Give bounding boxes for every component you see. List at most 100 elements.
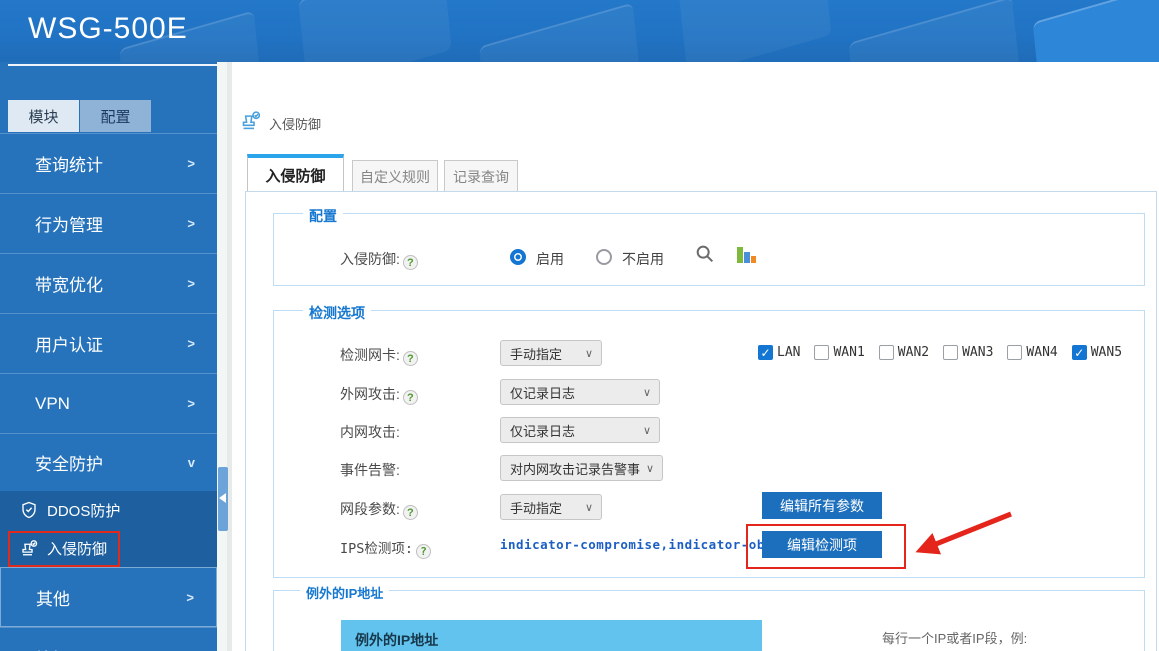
sidebar-item-label: 用户认证 [35,331,103,356]
sidebar-item-behavior-mgmt[interactable]: 行为管理 > [0,193,217,253]
exception-ip-table-header: 例外的IP地址 [341,620,762,651]
sidebar-divider [8,64,226,66]
radio-enable-label[interactable]: 启用 [536,249,564,269]
checkbox-icon [943,345,958,360]
sidebar-collapse-handle[interactable] [218,467,228,531]
tab-intrusion-prevention[interactable]: 入侵防御 [247,154,344,192]
sidebar-subitem-ips[interactable]: 入侵防御 [0,529,217,567]
help-icon[interactable]: ? [403,505,418,520]
chevron-down-icon: ∨ [585,501,593,514]
shield-check-icon [20,501,38,519]
checkbox-wan4[interactable]: WAN4 [1007,345,1057,360]
help-icon[interactable]: ? [416,544,431,559]
interface-checkbox-group: ✓ LAN WAN1 WAN2 WAN3 WAN4 ✓ WAN5 [758,345,1136,360]
select-value: 仅记录日志 [510,383,575,402]
sidebar-item-label: VPN [35,394,70,414]
sidebar-submenu-security: DDOS防护 入侵防御 [0,491,217,567]
tab-custom-rules[interactable]: 自定义规则 [352,160,438,193]
chevron-down-icon: v [188,455,195,470]
field-label-text: 外网攻击: [340,386,400,402]
checkbox-label: LAN [777,345,800,360]
checkbox-wan2[interactable]: WAN2 [879,345,929,360]
sidebar-item-partial[interactable]: 编辑 [0,627,217,651]
sidebar-item-vpn[interactable]: VPN > [0,373,217,433]
sidebar-subitem-label: 入侵防御 [47,538,107,559]
field-label-text: 入侵防御: [340,251,400,267]
sidebar-item-security[interactable]: 安全防护 v [0,433,217,491]
chevron-right-icon: > [186,590,194,605]
keyboard-texture [298,0,452,62]
alert-select[interactable]: 对内网攻击记录告警事 ∨ [500,455,663,481]
checkbox-icon: ✓ [1072,345,1087,360]
segment-label: 网段参数:? [340,499,418,520]
wan-attack-select[interactable]: 仅记录日志 ∨ [500,379,660,405]
sidebar-item-bandwidth-opt[interactable]: 带宽优化 > [0,253,217,313]
field-label-text: IPS检测项: [340,541,413,557]
chevron-down-icon: ∨ [643,386,651,399]
sidebar-item-label: 其他 [36,585,70,610]
checkbox-label: WAN5 [1091,345,1122,360]
chevron-right-icon: > [187,276,195,291]
checkbox-lan[interactable]: ✓ LAN [758,345,800,360]
sidebar-tab-config[interactable]: 配置 [80,100,151,132]
wan-attack-label: 外网攻击:? [340,384,418,405]
chevron-down-icon: ∨ [646,462,654,475]
sidebar-item-label: 安全防护 [35,450,103,475]
sidebar-item-user-auth[interactable]: 用户认证 > [0,313,217,373]
config-panel-legend: 配置 [303,206,343,226]
exception-ip-hint: 每行一个IP或者IP段，例: [882,628,1027,647]
radio-enable[interactable] [510,249,526,265]
checkbox-wan5[interactable]: ✓ WAN5 [1072,345,1122,360]
sidebar-item-others[interactable]: 其他 > [0,567,217,627]
search-icon[interactable] [694,243,716,265]
sidebar-item-label: 带宽优化 [35,271,103,296]
ips-items-value: indicator-compromise,indicator-ob··· [500,537,789,552]
sidebar-tab-modules[interactable]: 模块 [8,100,79,132]
help-icon[interactable]: ? [403,255,418,270]
keyboard-texture [849,0,1022,62]
nic-select[interactable]: 手动指定 ∨ [500,340,602,366]
sidebar-item-query-stats[interactable]: 查询统计 > [0,133,217,193]
lan-attack-select[interactable]: 仅记录日志 ∨ [500,417,660,443]
checkbox-icon [879,345,894,360]
sidebar-subitem-label: DDOS防护 [47,500,120,521]
app-header: WSG-500E [0,0,1159,62]
segment-select[interactable]: 手动指定 ∨ [500,494,602,520]
select-value: 手动指定 [510,498,562,517]
chevron-right-icon: > [187,336,195,351]
tab-log-query[interactable]: 记录查询 [444,160,518,193]
keyboard-texture [1032,0,1159,62]
checkbox-wan1[interactable]: WAN1 [814,345,864,360]
alert-label: 事件告警: [340,460,400,480]
nic-label: 检测网卡:? [340,345,418,366]
select-value: 对内网攻击记录告警事 [510,459,640,478]
sidebar-item-label: 行为管理 [35,211,103,236]
chevron-right-icon: > [187,396,195,411]
checkbox-wan3[interactable]: WAN3 [943,345,993,360]
select-value: 手动指定 [510,344,562,363]
ips-items-label: IPS检测项:? [340,537,431,559]
help-icon[interactable]: ? [403,390,418,405]
checkbox-label: WAN1 [833,345,864,360]
sidebar-subitem-ddos[interactable]: DDOS防护 [0,491,217,529]
edit-detect-items-button[interactable]: 编辑检测项 [762,531,882,558]
lan-attack-label: 内网攻击: [340,422,400,442]
sidebar-tabs: 模块 配置 [8,100,152,132]
radio-disable-label[interactable]: 不启用 [622,249,664,269]
exception-panel-legend: 例外的IP地址 [300,583,389,602]
checkbox-label: WAN4 [1026,345,1057,360]
checkbox-icon [1007,345,1022,360]
help-icon[interactable]: ? [403,351,418,366]
sidebar-menu: 查询统计 > 行为管理 > 带宽优化 > 用户认证 > VPN > 安全防护 v [0,133,217,651]
select-value: 仅记录日志 [510,421,575,440]
sidebar-item-label: 编辑 [35,645,69,651]
chevron-down-icon: ∨ [643,424,651,437]
radio-disable[interactable] [596,249,612,265]
keyboard-texture [678,0,831,62]
bar-chart-icon[interactable] [734,242,758,266]
edit-all-params-button[interactable]: 编辑所有参数 [762,492,882,519]
checkbox-label: WAN3 [962,345,993,360]
sidebar-item-label: 查询统计 [35,151,103,176]
checkbox-icon: ✓ [758,345,773,360]
field-label-text: 网段参数: [340,501,400,517]
